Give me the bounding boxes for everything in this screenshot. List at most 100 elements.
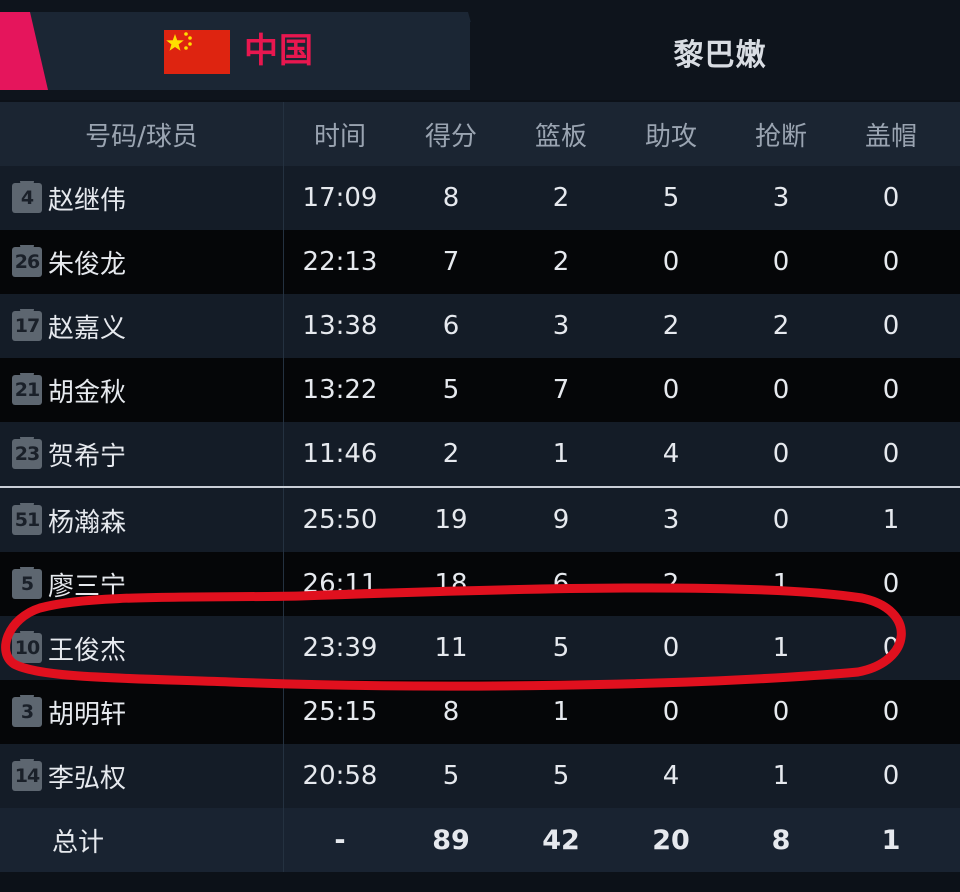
player-name[interactable]: 赵嘉义	[48, 308, 126, 345]
stat-time: 26:11	[302, 569, 378, 599]
player-name[interactable]: 李弘权	[48, 758, 126, 795]
stat-time: 17:09	[302, 183, 378, 213]
totals-rebounds: 42	[542, 824, 580, 856]
player-name[interactable]: 杨瀚森	[48, 502, 126, 539]
stat-points: 5	[442, 761, 460, 791]
header-player: 号码/球员	[0, 102, 284, 166]
totals-assists: 20	[652, 824, 690, 856]
player-row[interactable]: 51 杨瀚森 25:50 19 9 3 0 1	[0, 488, 960, 552]
totals-label: 总计	[0, 808, 284, 872]
jersey-number-icon: 3	[12, 695, 42, 727]
tab-away-team[interactable]: 黎巴嫩	[470, 22, 960, 90]
player-cell: 51 杨瀚森	[0, 488, 284, 552]
jersey-number-icon: 5	[12, 567, 42, 599]
team-tabs: 中国 黎巴嫩	[0, 0, 960, 100]
player-row[interactable]: 4 赵继伟 17:09 8 2 5 3 0	[0, 166, 960, 230]
stat-time: 13:38	[302, 311, 378, 341]
player-cell: 4 赵继伟	[0, 166, 284, 230]
stat-rebounds: 2	[552, 247, 570, 277]
totals-time: -	[334, 824, 346, 856]
player-cell: 21 胡金秋	[0, 358, 284, 422]
player-cell: 17 赵嘉义	[0, 294, 284, 358]
player-name[interactable]: 胡明轩	[48, 694, 126, 731]
stat-steals: 2	[772, 311, 790, 341]
jersey-number-icon: 14	[12, 759, 42, 791]
stat-steals: 3	[772, 183, 790, 213]
stat-steals: 0	[772, 375, 790, 405]
player-name[interactable]: 胡金秋	[48, 372, 126, 409]
stat-steals: 1	[772, 633, 790, 663]
stat-rebounds: 7	[552, 375, 570, 405]
stat-rebounds: 1	[552, 439, 570, 469]
player-name[interactable]: 朱俊龙	[48, 244, 126, 281]
player-row[interactable]: 3 胡明轩 25:15 8 1 0 0 0	[0, 680, 960, 744]
stat-assists: 0	[662, 375, 680, 405]
stat-assists: 4	[662, 439, 680, 469]
stat-assists: 4	[662, 761, 680, 791]
stat-blocks: 1	[882, 505, 900, 535]
player-row[interactable]: 21 胡金秋 13:22 5 7 0 0 0	[0, 358, 960, 422]
bench-group: 51 杨瀚森 25:50 19 9 3 0 1 5 廖三宁 26:11 18 6 2 1 0 10 王俊杰 23:3…	[0, 488, 960, 808]
stat-assists: 0	[662, 633, 680, 663]
stat-assists: 0	[662, 247, 680, 277]
player-name[interactable]: 廖三宁	[48, 566, 126, 603]
jersey-number-icon: 17	[12, 309, 42, 341]
stat-assists: 3	[662, 505, 680, 535]
player-row[interactable]: 10 王俊杰 23:39 11 5 0 1 0	[0, 616, 960, 680]
jersey-number-icon: 21	[12, 373, 42, 405]
stat-rebounds: 5	[552, 761, 570, 791]
stat-blocks: 0	[882, 183, 900, 213]
stat-points: 11	[434, 633, 468, 663]
stat-time: 22:13	[302, 247, 378, 277]
stat-assists: 5	[662, 183, 680, 213]
header-time: 时间	[313, 121, 366, 152]
stat-rebounds: 6	[552, 569, 570, 599]
china-flag-icon	[164, 30, 230, 74]
stat-time: 23:39	[302, 633, 378, 663]
totals-row: 总计 - 89 42 20 8 1	[0, 808, 960, 872]
home-team-name: 中国	[244, 31, 314, 71]
jersey-number-icon: 10	[12, 631, 42, 663]
header-rebounds: 篮板	[534, 121, 587, 152]
jersey-number-icon: 4	[12, 181, 42, 213]
stat-time: 13:22	[302, 375, 378, 405]
stat-points: 6	[442, 311, 460, 341]
player-cell: 5 廖三宁	[0, 552, 284, 616]
stat-points: 8	[442, 697, 460, 727]
stat-time: 20:58	[302, 761, 378, 791]
stat-blocks: 0	[882, 375, 900, 405]
player-row[interactable]: 14 李弘权 20:58 5 5 4 1 0	[0, 744, 960, 808]
stat-blocks: 0	[882, 697, 900, 727]
player-cell: 23 贺希宁	[0, 422, 284, 486]
header-points: 得分	[424, 121, 477, 152]
stat-blocks: 0	[882, 633, 900, 663]
player-name[interactable]: 王俊杰	[48, 630, 126, 667]
stat-rebounds: 2	[552, 183, 570, 213]
player-row[interactable]: 17 赵嘉义 13:38 6 3 2 2 0	[0, 294, 960, 358]
away-team-name: 黎巴嫩	[673, 38, 767, 73]
player-cell: 26 朱俊龙	[0, 230, 284, 294]
player-row[interactable]: 5 廖三宁 26:11 18 6 2 1 0	[0, 552, 960, 616]
player-cell: 3 胡明轩	[0, 680, 284, 744]
stat-blocks: 0	[882, 439, 900, 469]
stat-points: 7	[442, 247, 460, 277]
box-score-table: 号码/球员 时间 得分 篮板 助攻 抢断 盖帽 4 赵继伟 17:09 8 2 5 3 0 26…	[0, 102, 960, 872]
stat-steals: 0	[772, 505, 790, 535]
header-blocks: 盖帽	[864, 121, 917, 152]
bottom-strip	[0, 872, 960, 892]
player-row[interactable]: 26 朱俊龙 22:13 7 2 0 0 0	[0, 230, 960, 294]
stat-blocks: 0	[882, 311, 900, 341]
player-row[interactable]: 23 贺希宁 11:46 2 1 4 0 0	[0, 422, 960, 486]
stat-blocks: 0	[882, 569, 900, 599]
stat-steals: 0	[772, 697, 790, 727]
player-name[interactable]: 贺希宁	[48, 436, 126, 473]
stat-time: 25:50	[302, 505, 378, 535]
player-name[interactable]: 赵继伟	[48, 180, 126, 217]
stat-points: 8	[442, 183, 460, 213]
player-cell: 10 王俊杰	[0, 616, 284, 680]
stat-steals: 0	[772, 247, 790, 277]
stat-assists: 2	[662, 311, 680, 341]
stat-rebounds: 1	[552, 697, 570, 727]
tab-home-team[interactable]: 中国	[0, 12, 490, 90]
table-header: 号码/球员 时间 得分 篮板 助攻 抢断 盖帽	[0, 102, 960, 166]
